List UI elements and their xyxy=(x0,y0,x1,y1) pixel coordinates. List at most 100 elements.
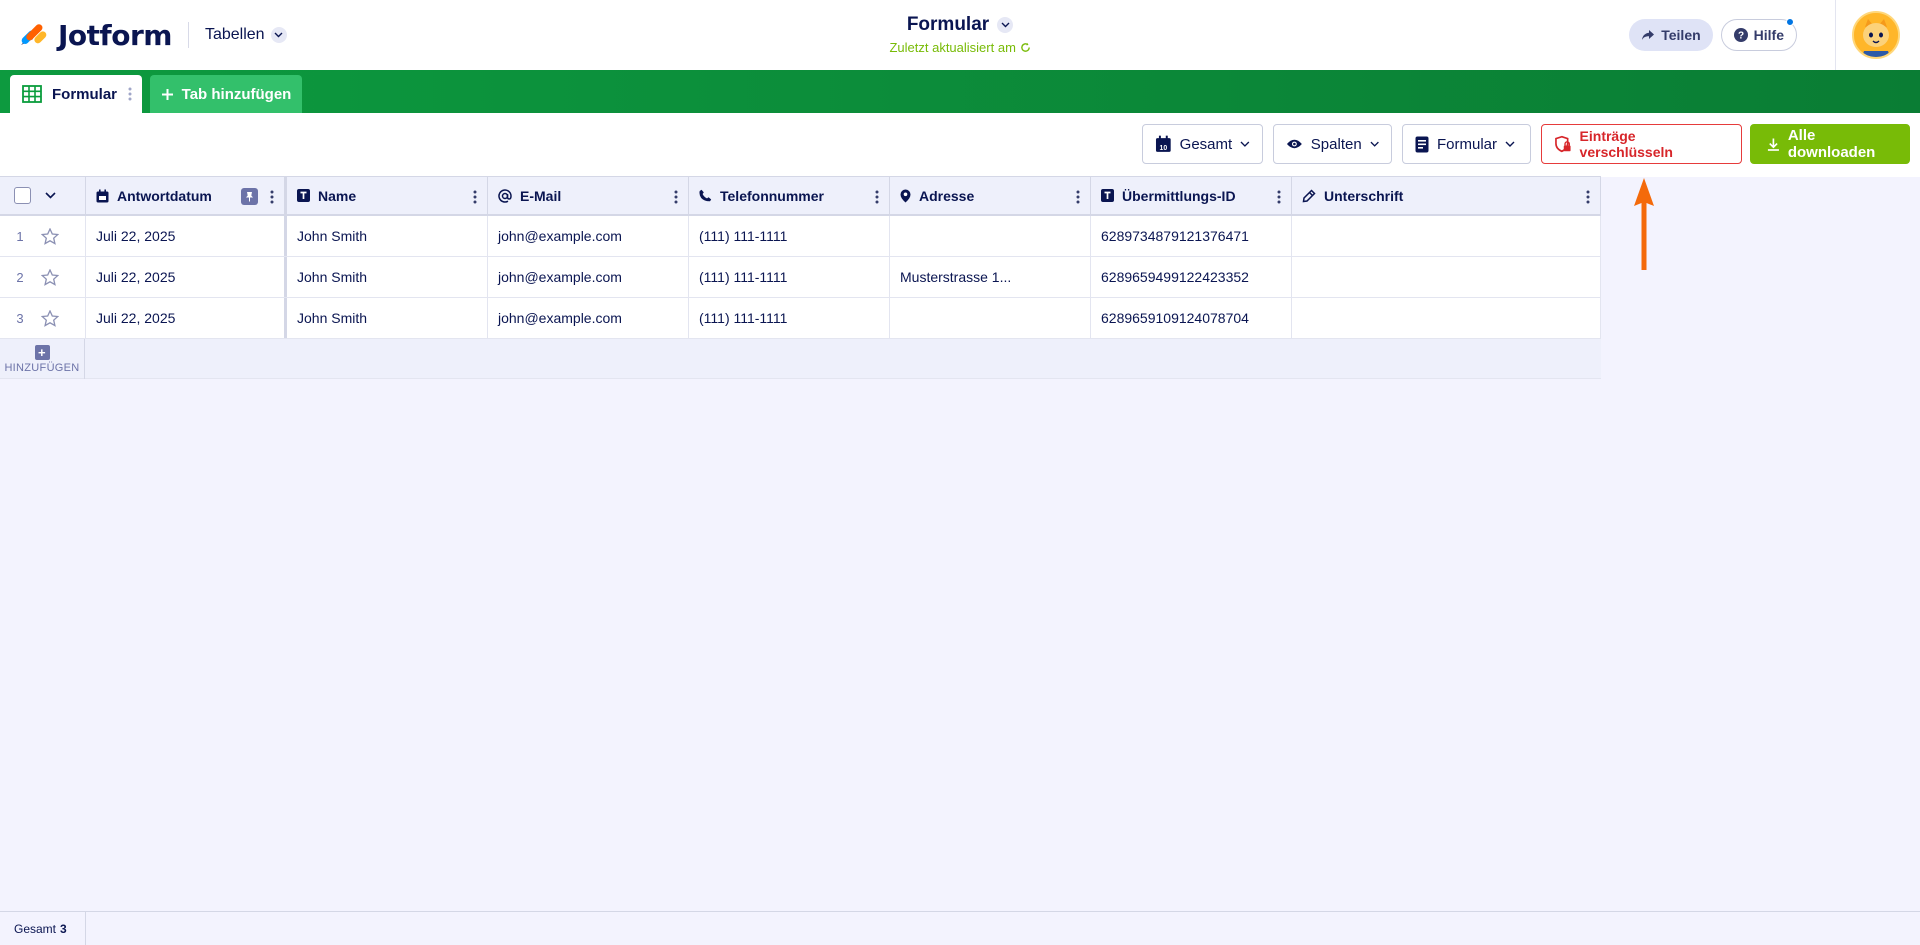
column-options-icon[interactable] xyxy=(1076,190,1080,204)
column-label: Antwortdatum xyxy=(117,187,212,204)
select-all-checkbox[interactable] xyxy=(14,187,31,204)
cell-submission-id[interactable]: 6289659109124078704 xyxy=(1091,298,1292,338)
footer-total-label: Gesamt xyxy=(14,921,57,936)
cell-email[interactable]: john@example.com xyxy=(488,298,689,338)
cell-unterschrift[interactable] xyxy=(1292,298,1601,338)
help-button[interactable]: ? Hilfe xyxy=(1720,18,1797,51)
row-number: 3 xyxy=(16,310,24,326)
cell-name[interactable]: John Smith xyxy=(287,257,488,297)
cell-adresse[interactable] xyxy=(890,298,1091,338)
svg-text:?: ? xyxy=(1738,31,1744,42)
table-row[interactable]: 2 Juli 22, 2025 John Smith john@example.… xyxy=(0,257,1601,298)
table-grid-icon xyxy=(22,85,42,103)
eye-icon xyxy=(1286,139,1302,149)
tab-formular[interactable]: Formular xyxy=(10,75,142,113)
chevron-down-icon xyxy=(270,27,287,43)
cell-name[interactable]: John Smith xyxy=(287,216,488,256)
add-row-label: HINZUFÜGEN xyxy=(4,361,80,374)
cell-unterschrift[interactable] xyxy=(1292,216,1601,256)
cell-adresse[interactable] xyxy=(890,216,1091,256)
total-count-indicator: Gesamt 3 xyxy=(0,912,86,945)
table-row[interactable]: 3 Juli 22, 2025 John Smith john@example.… xyxy=(0,298,1601,339)
column-options-icon[interactable] xyxy=(473,190,477,204)
column-options-icon[interactable] xyxy=(674,190,678,204)
header-actions: Teilen ? Hilfe xyxy=(1629,0,1920,70)
column-header-unterschrift[interactable]: Unterschrift xyxy=(1292,177,1601,214)
row-number: 2 xyxy=(16,269,24,285)
select-all-cell xyxy=(0,177,86,214)
svg-text:10: 10 xyxy=(1160,145,1168,152)
footer-total-count: 3 xyxy=(60,921,67,936)
header-divider xyxy=(187,22,189,48)
table-header-row: Antwortdatum Name E-Mail Telefonnummer A… xyxy=(0,176,1601,216)
tab-formular-label: Formular xyxy=(52,85,118,103)
cell-telefonnummer[interactable]: (111) 111-1111 xyxy=(689,257,890,297)
plus-icon xyxy=(161,88,173,100)
cell-email[interactable]: john@example.com xyxy=(488,216,689,256)
tables-dropdown[interactable]: Tabellen xyxy=(205,26,287,44)
column-header-email[interactable]: E-Mail xyxy=(488,177,689,214)
column-header-antwortdatum[interactable]: Antwortdatum xyxy=(86,177,287,214)
total-filter-button[interactable]: 10 Gesamt xyxy=(1142,124,1263,164)
cell-antwortdatum[interactable]: Juli 22, 2025 xyxy=(86,298,287,338)
status-footer: Gesamt 3 xyxy=(0,911,1920,945)
add-row-bar: + HINZUFÜGEN xyxy=(0,339,1601,379)
column-options-icon[interactable] xyxy=(1277,190,1281,204)
help-label: Hilfe xyxy=(1753,27,1784,43)
share-arrow-icon xyxy=(1642,30,1655,40)
star-icon[interactable] xyxy=(41,268,59,286)
row-select-cell: 1 xyxy=(0,216,86,256)
tab-options-icon[interactable] xyxy=(128,87,132,101)
encrypt-entries-label: Einträge verschlüsseln xyxy=(1579,128,1673,160)
user-avatar[interactable] xyxy=(1852,11,1900,59)
form-select-button[interactable]: Formular xyxy=(1402,124,1531,164)
cell-unterschrift[interactable] xyxy=(1292,257,1601,297)
encrypt-entries-button[interactable]: Einträge verschlüsseln xyxy=(1541,124,1742,164)
column-label: Übermittlungs-ID xyxy=(1122,187,1236,204)
column-header-name[interactable]: Name xyxy=(287,177,488,214)
form-title-dropdown[interactable]: Formular xyxy=(907,14,1014,36)
annotation-arrow-icon xyxy=(1634,178,1654,270)
column-options-icon[interactable] xyxy=(1586,190,1590,204)
share-button[interactable]: Teilen xyxy=(1629,19,1713,51)
cell-name[interactable]: John Smith xyxy=(287,298,488,338)
column-header-adresse[interactable]: Adresse xyxy=(890,177,1091,214)
cell-antwortdatum[interactable]: Juli 22, 2025 xyxy=(86,257,287,297)
shield-lock-icon xyxy=(1555,135,1571,153)
columns-button[interactable]: Spalten xyxy=(1273,124,1392,164)
column-header-telefonnummer[interactable]: Telefonnummer xyxy=(689,177,890,214)
top-header: Jotform Tabellen Formular Zuletzt aktual… xyxy=(0,0,1920,70)
cell-telefonnummer[interactable]: (111) 111-1111 xyxy=(689,216,890,256)
jotform-logo[interactable]: Jotform xyxy=(18,0,172,70)
cell-antwortdatum[interactable]: Juli 22, 2025 xyxy=(86,216,287,256)
column-header-submission-id[interactable]: Übermittlungs-ID xyxy=(1091,177,1292,214)
total-filter-label: Gesamt xyxy=(1179,135,1233,153)
column-label: Unterschrift xyxy=(1324,187,1404,204)
star-icon[interactable] xyxy=(41,309,59,327)
cell-submission-id[interactable]: 6289734879121376471 xyxy=(1091,216,1292,256)
download-all-label: Alle downloaden xyxy=(1787,127,1876,161)
column-options-icon[interactable] xyxy=(875,190,879,204)
text-field-icon xyxy=(297,189,310,202)
cell-telefonnummer[interactable]: (111) 111-1111 xyxy=(689,298,890,338)
cell-submission-id[interactable]: 6289659499122423352 xyxy=(1091,257,1292,297)
columns-label: Spalten xyxy=(1310,135,1362,153)
download-all-button[interactable]: Alle downloaden xyxy=(1750,124,1910,164)
calendar-icon xyxy=(96,189,109,202)
cell-email[interactable]: john@example.com xyxy=(488,257,689,297)
chevron-down-icon[interactable] xyxy=(45,192,56,199)
pin-icon[interactable] xyxy=(241,188,258,205)
table-row[interactable]: 1 Juli 22, 2025 John Smith john@example.… xyxy=(0,216,1601,257)
add-tab-button[interactable]: Tab hinzufügen xyxy=(150,75,302,113)
cell-adresse[interactable]: Musterstrasse 1... xyxy=(890,257,1091,297)
calendar-icon: 10 xyxy=(1155,135,1171,152)
pen-icon xyxy=(1302,188,1316,202)
star-icon[interactable] xyxy=(41,227,59,245)
form-select-label: Formular xyxy=(1437,135,1498,153)
refresh-icon xyxy=(1020,42,1030,52)
notification-dot xyxy=(1786,18,1794,26)
add-row-button[interactable]: + HINZUFÜGEN xyxy=(0,339,85,379)
column-label: Name xyxy=(318,187,357,204)
header-divider-right xyxy=(1835,0,1836,70)
column-options-icon[interactable] xyxy=(270,190,274,204)
